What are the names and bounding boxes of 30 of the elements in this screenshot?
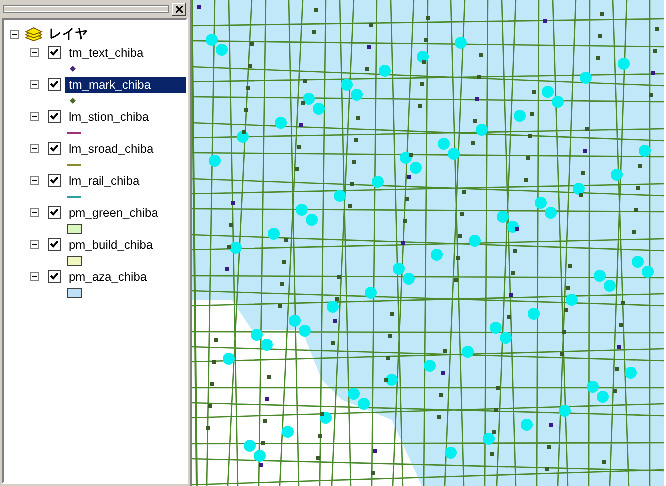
collapse-icon[interactable]: [30, 240, 39, 249]
grip-bar[interactable]: [4, 6, 168, 12]
close-icon: [176, 6, 182, 12]
collapse-icon[interactable]: [30, 176, 39, 185]
checkbox[interactable]: [48, 142, 61, 155]
collapse-icon[interactable]: [30, 272, 39, 281]
checkbox[interactable]: [48, 270, 61, 283]
layer-name[interactable]: lm_stion_chiba: [65, 108, 154, 124]
collapse-icon[interactable]: [10, 30, 19, 38]
checkbox[interactable]: [48, 174, 61, 187]
checkbox[interactable]: [48, 238, 61, 251]
checkbox[interactable]: [48, 78, 61, 91]
layer-name[interactable]: lm_sroad_chiba: [65, 140, 158, 156]
layer-name[interactable]: tm_text_chiba: [65, 44, 148, 60]
collapse-icon[interactable]: [30, 48, 39, 57]
checkbox[interactable]: [48, 206, 61, 219]
collapse-icon[interactable]: [30, 208, 39, 217]
checkbox[interactable]: [48, 110, 61, 123]
layer-name[interactable]: tm_mark_chiba: [65, 76, 186, 92]
collapse-icon[interactable]: [30, 112, 39, 121]
layers-icon: [25, 27, 43, 41]
layer-name[interactable]: pm_build_chiba: [65, 236, 158, 252]
layer-name[interactable]: pm_aza_chiba: [65, 268, 152, 284]
layer-name[interactable]: pm_green_chiba: [65, 204, 162, 220]
checkbox[interactable]: [48, 46, 61, 59]
layer-group-title[interactable]: レイヤ: [49, 24, 88, 44]
collapse-icon[interactable]: [30, 144, 39, 153]
layer-name[interactable]: lm_rail_chiba: [65, 172, 144, 188]
close-button[interactable]: [172, 2, 186, 16]
collapse-icon[interactable]: [30, 80, 39, 89]
